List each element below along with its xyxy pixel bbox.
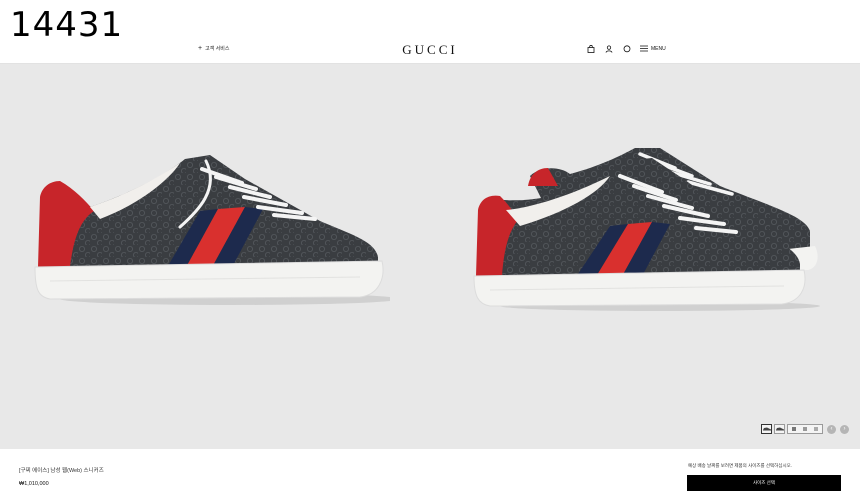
sneaker-pair-view-image xyxy=(473,148,820,311)
shopping-bag-icon[interactable] xyxy=(586,44,595,53)
chat-icon[interactable] xyxy=(622,44,631,53)
product-price: ₩1,010,000 xyxy=(19,481,49,487)
gucci-logo[interactable]: GUCCI xyxy=(380,42,480,58)
hamburger-icon xyxy=(640,45,648,52)
user-icon[interactable] xyxy=(604,44,613,53)
delivery-note: 예상 배송 날짜를 보려면 제품의 사이즈를 선택하십시오. xyxy=(688,463,792,468)
customer-service-link[interactable]: + 고객 서비스 xyxy=(198,45,229,52)
customer-service-label: 고객 서비스 xyxy=(205,46,230,52)
plus-icon: + xyxy=(198,45,203,52)
prev-arrow-icon[interactable]: ‹ xyxy=(827,424,836,434)
thumbnail-1[interactable] xyxy=(761,424,772,434)
next-arrow-icon[interactable]: › xyxy=(840,424,849,434)
product-gallery[interactable]: ‹ › xyxy=(0,64,860,449)
header-actions: MENU xyxy=(586,44,666,53)
menu-label: MENU xyxy=(651,45,666,52)
select-size-button[interactable]: 사이즈 선택 xyxy=(687,475,841,491)
site-header: + 고객 서비스 GUCCI MENU xyxy=(0,0,860,64)
sneaker-side-view-image xyxy=(34,155,390,305)
product-name: [구찌 에이스] 남성 웹(Web) 스니커즈 xyxy=(19,468,104,474)
thumbnail-nav: ‹ › xyxy=(761,424,849,434)
image-id-label: 14431 xyxy=(10,5,124,45)
thumbnail-strip[interactable] xyxy=(787,424,823,434)
menu-button[interactable]: MENU xyxy=(640,45,666,52)
thumbnail-2[interactable] xyxy=(774,424,785,434)
